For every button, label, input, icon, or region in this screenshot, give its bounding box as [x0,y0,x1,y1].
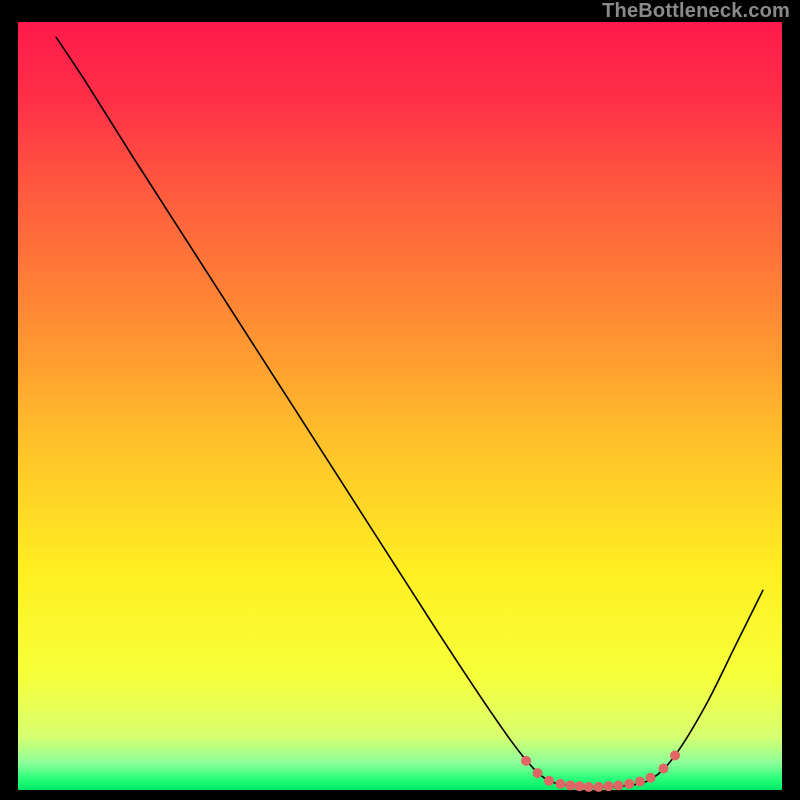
watermark-label: TheBottleneck.com [602,0,790,23]
marker-dot [533,768,543,778]
marker-dot [670,750,680,760]
bottleneck-chart [0,0,800,800]
marker-dot [544,776,554,786]
marker-dot [555,779,565,789]
marker-dot [659,764,669,774]
marker-dot [614,780,624,790]
chart-container: TheBottleneck.com [0,0,800,800]
marker-dot [624,779,634,789]
marker-dot [575,781,585,791]
marker-dot [521,756,531,766]
plot-area [18,22,782,790]
marker-dot [646,773,656,783]
marker-dot [584,782,594,792]
marker-dot [565,780,575,790]
marker-dot [594,782,604,792]
marker-dot [635,777,645,787]
marker-dot [604,781,614,791]
